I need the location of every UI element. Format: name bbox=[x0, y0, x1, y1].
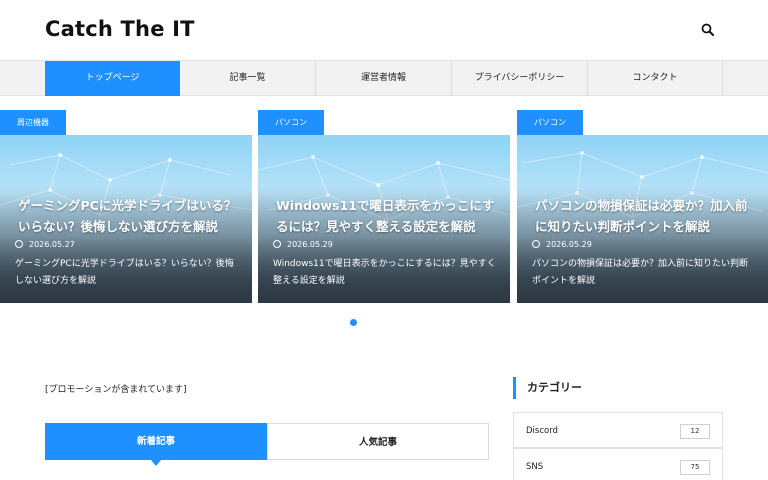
category-item[interactable]: Discord 12 bbox=[513, 412, 723, 448]
category-count: 12 bbox=[680, 424, 710, 439]
featured-card[interactable]: パソコン Windows11で曜日表示をかっこにするには？見やすく整える設定を解… bbox=[258, 110, 510, 303]
clock-icon bbox=[273, 240, 281, 248]
card-excerpt: Windows11で曜日表示をかっこにするには？見やすく整える設定を解説 bbox=[273, 259, 496, 286]
category-widget-title: カテゴリー bbox=[513, 377, 582, 399]
promotion-notice: [プロモーションが含まれています] bbox=[45, 385, 187, 395]
nav-item-top[interactable]: トップページ bbox=[45, 61, 180, 96]
category-name: SNS bbox=[526, 462, 544, 472]
tab-popular-posts[interactable]: 人気記事 bbox=[267, 423, 489, 460]
featured-slider: 周辺機器 ゲーミングPCに光学ドライブはいる？いらない？後悔しない選び方を解説 … bbox=[0, 110, 768, 310]
nav-item-privacy[interactable]: プライバシーポリシー bbox=[452, 61, 588, 96]
card-date-text: 2026.05.29 bbox=[546, 240, 592, 249]
nav-item-articles[interactable]: 記事一覧 bbox=[180, 61, 316, 96]
site-header: Catch The IT bbox=[0, 0, 768, 60]
tab-new-posts[interactable]: 新着記事 bbox=[45, 423, 267, 460]
category-badge[interactable]: パソコン bbox=[517, 110, 583, 135]
category-count: 75 bbox=[680, 460, 710, 475]
category-badge[interactable]: パソコン bbox=[258, 110, 324, 135]
category-item[interactable]: SNS 75 bbox=[513, 448, 723, 480]
active-tab-caret bbox=[151, 460, 161, 466]
card-title[interactable]: ゲーミングPCに光学ドライブはいる？いらない？後悔しない選び方を解説 bbox=[18, 195, 240, 237]
search-icon[interactable] bbox=[700, 22, 716, 38]
card-date-text: 2026.05.27 bbox=[29, 240, 75, 249]
nav-item-contact[interactable]: コンタクト bbox=[588, 61, 723, 96]
nav-item-about[interactable]: 運営者情報 bbox=[316, 61, 452, 96]
site-title[interactable]: Catch The IT bbox=[45, 17, 195, 41]
card-date: 2026.05.27 bbox=[15, 240, 75, 249]
post-tabs: 新着記事 人気記事 bbox=[45, 423, 489, 460]
global-nav: トップページ 記事一覧 運営者情報 プライバシーポリシー コンタクト bbox=[0, 60, 768, 96]
card-date: 2026.05.29 bbox=[273, 240, 333, 249]
card-title[interactable]: Windows11で曜日表示をかっこにするには？見やすく整える設定を解説 bbox=[276, 195, 498, 237]
slider-pagination-dot[interactable] bbox=[350, 319, 357, 326]
category-name: Discord bbox=[526, 426, 558, 436]
clock-icon bbox=[532, 240, 540, 248]
featured-card[interactable]: パソコン パソコンの物損保証は必要か？加入前に知りたい判断ポイントを解説 202… bbox=[517, 110, 768, 303]
featured-card[interactable]: 周辺機器 ゲーミングPCに光学ドライブはいる？いらない？後悔しない選び方を解説 … bbox=[0, 110, 252, 303]
card-date: 2026.05.29 bbox=[532, 240, 592, 249]
card-excerpt: パソコンの物損保証は必要か？加入前に知りたい判断ポイントを解説 bbox=[532, 259, 749, 286]
clock-icon bbox=[15, 240, 23, 248]
card-title[interactable]: パソコンの物損保証は必要か？加入前に知りたい判断ポイントを解説 bbox=[535, 195, 756, 237]
card-excerpt: ゲーミングPCに光学ドライブはいる？いらない？後悔しない選び方を解説 bbox=[15, 259, 234, 286]
card-date-text: 2026.05.29 bbox=[287, 240, 333, 249]
category-badge[interactable]: 周辺機器 bbox=[0, 110, 66, 135]
